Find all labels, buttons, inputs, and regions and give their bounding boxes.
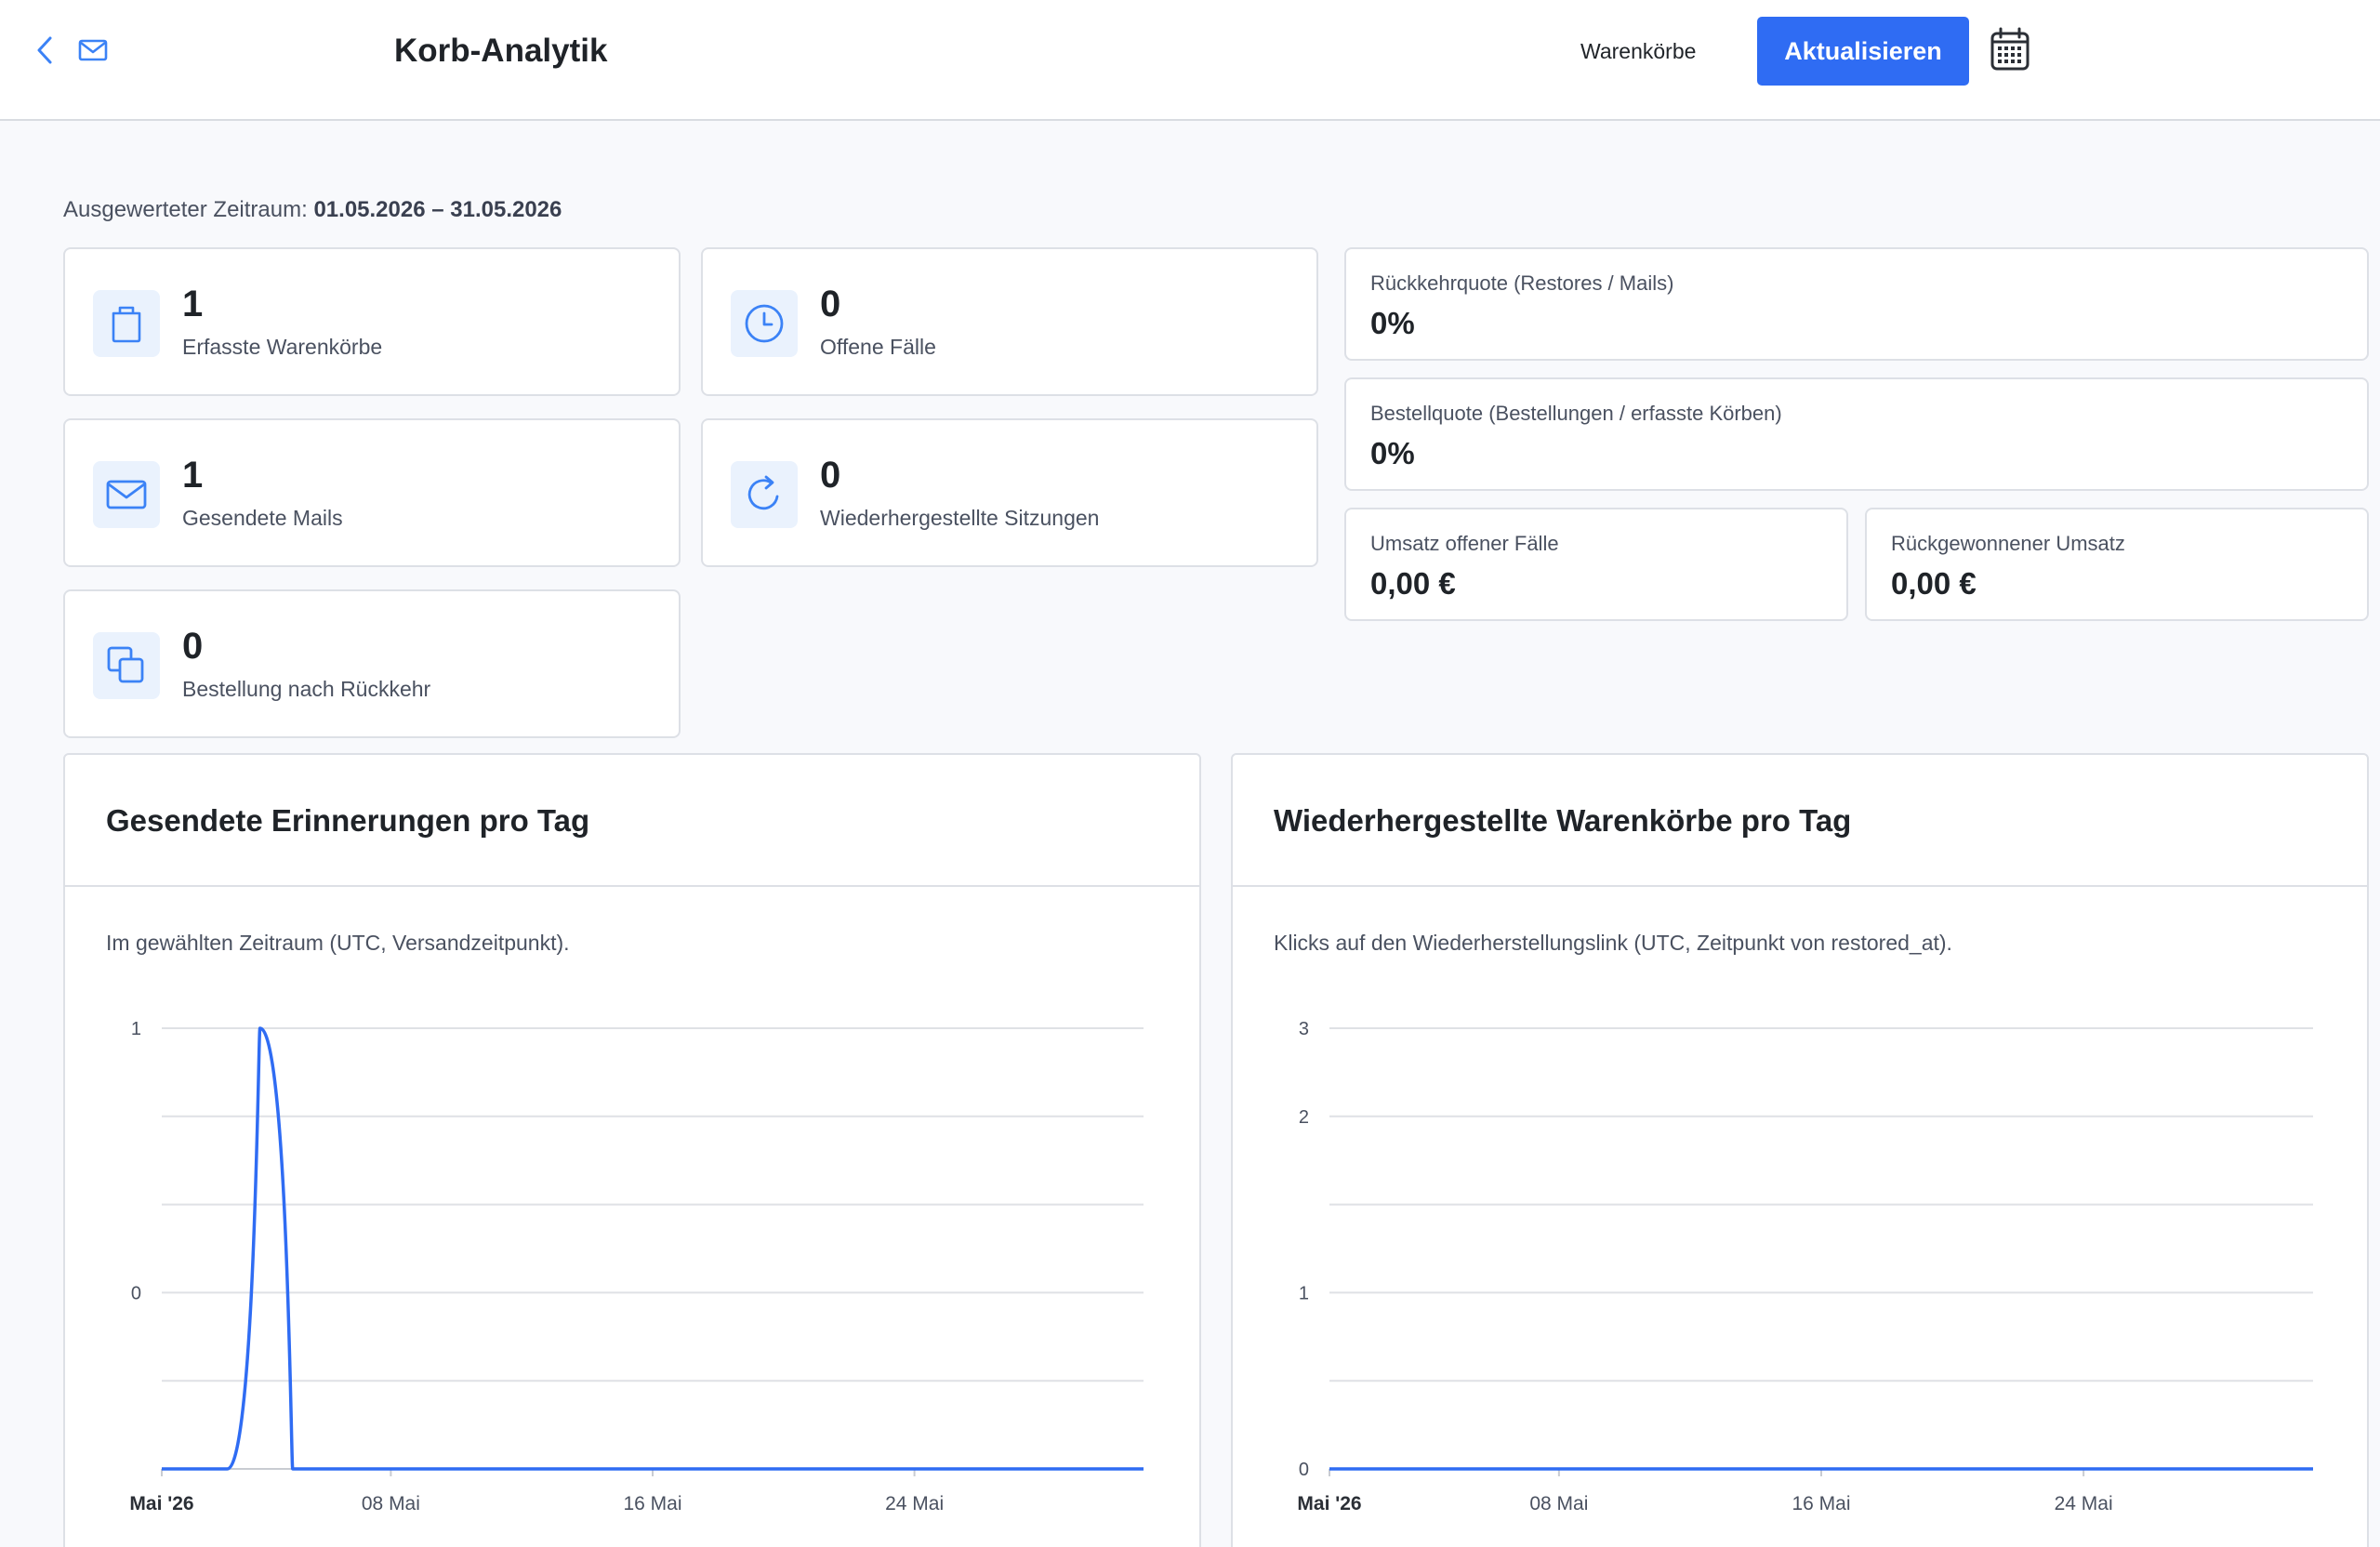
series-line — [162, 1026, 1144, 1471]
y-tick-label: 0 — [131, 1283, 141, 1303]
page-title: Korb-Analytik — [394, 33, 608, 69]
kpi-value: 0,00 € — [1370, 566, 1456, 601]
stat-value: 1 — [182, 284, 204, 324]
kpi-card-order-rate: Bestellquote (Bestellungen / erfasste Kö… — [1344, 377, 2369, 491]
x-tick-label: 24 Mai — [2055, 1493, 2113, 1514]
x-tick-label: 16 Mai — [1792, 1493, 1850, 1514]
kpi-label: Rückgewonnener Umsatz — [1891, 532, 2125, 555]
stat-label: Offene Fälle — [820, 335, 936, 359]
x-tick-label: Mai '26 — [1297, 1493, 1361, 1514]
kpi-value: 0% — [1370, 306, 1415, 340]
kpi-value: 0% — [1370, 436, 1415, 470]
y-tick-label: 1 — [131, 1019, 141, 1039]
period-label: Ausgewerteter Zeitraum: — [63, 197, 308, 222]
x-tick-label: 08 Mai — [362, 1493, 420, 1514]
x-tick-label: 24 Mai — [885, 1493, 944, 1514]
y-tick-label: 1 — [1299, 1283, 1309, 1303]
stat-value: 0 — [820, 284, 841, 324]
kpi-value: 0,00 € — [1891, 566, 1977, 601]
stat-card-open-cases: 0 Offene Fälle — [701, 247, 1318, 396]
kpi-label: Rückkehrquote (Restores / Mails) — [1370, 271, 1674, 295]
mail-icon — [106, 480, 147, 509]
panel-sent-reminders: Gesendete Erinnerungen pro Tag Im gewähl… — [63, 753, 1201, 1547]
stat-value: 0 — [182, 626, 204, 667]
clock-icon — [745, 304, 784, 343]
stat-card-sent-mails: 1 Gesendete Mails — [63, 418, 681, 567]
kpi-label: Bestellquote (Bestellungen / erfasste Kö… — [1370, 402, 1782, 425]
kpi-card-recovered-revenue: Rückgewonnener Umsatz 0,00 € — [1865, 508, 2369, 621]
kpi-label: Umsatz offener Fälle — [1370, 532, 1559, 555]
stat-value: 1 — [182, 455, 204, 496]
kpi-card-return-rate: Rückkehrquote (Restores / Mails) 0% — [1344, 247, 2369, 361]
nav-link-warenkoerbe[interactable]: Warenkörbe — [1580, 33, 1696, 69]
mail-icon — [78, 39, 108, 61]
chart-sent-reminders: 1 0 Mai '26 08 Mai 16 Mai 24 Mai — [129, 1019, 1144, 1514]
refresh-button[interactable]: Aktualisieren — [1757, 17, 1969, 86]
stat-label: Gesendete Mails — [182, 506, 343, 530]
period-summary: Ausgewerteter Zeitraum: 01.05.2026 – 31.… — [63, 195, 562, 225]
chart-restored-carts: 3 2 1 0 Mai '26 08 Mai 16 Mai 24 Mai — [1297, 1019, 2313, 1514]
calendar-button[interactable] — [1988, 26, 2032, 74]
y-tick-label: 2 — [1299, 1107, 1309, 1128]
stat-value: 0 — [820, 455, 841, 496]
stat-card-order-after-return: 0 Bestellung nach Rückkehr — [63, 589, 681, 738]
x-tick-label: Mai '26 — [129, 1493, 193, 1514]
copy-icon — [107, 646, 144, 683]
shopping-bag-icon — [112, 306, 141, 343]
y-tick-label: 0 — [1299, 1460, 1309, 1480]
stat-card-restored-sessions: 0 Wiederhergestellte Sitzungen — [701, 418, 1318, 567]
stat-card-captured-carts: 1 Erfasste Warenkörbe — [63, 247, 681, 396]
stat-label: Wiederhergestellte Sitzungen — [820, 506, 1100, 530]
x-tick-label: 16 Mai — [623, 1493, 681, 1514]
period-value: 01.05.2026 – 31.05.2026 — [313, 197, 562, 222]
x-tick-label: 08 Mai — [1529, 1493, 1588, 1514]
mail-button[interactable] — [74, 32, 112, 69]
calendar-icon — [1990, 27, 2030, 71]
panel-restored-carts: Wiederhergestellte Warenkörbe pro Tag Kl… — [1231, 753, 2369, 1547]
y-tick-label: 3 — [1299, 1019, 1309, 1039]
back-button[interactable] — [26, 32, 63, 69]
stat-label: Bestellung nach Rückkehr — [182, 677, 431, 701]
chevron-left-icon — [37, 36, 52, 64]
stat-label: Erfasste Warenkörbe — [182, 335, 383, 359]
refresh-icon — [747, 475, 779, 510]
app-header: Korb-Analytik Warenkörbe Aktualisieren — [0, 0, 2380, 121]
kpi-card-open-revenue: Umsatz offener Fälle 0,00 € — [1344, 508, 1848, 621]
